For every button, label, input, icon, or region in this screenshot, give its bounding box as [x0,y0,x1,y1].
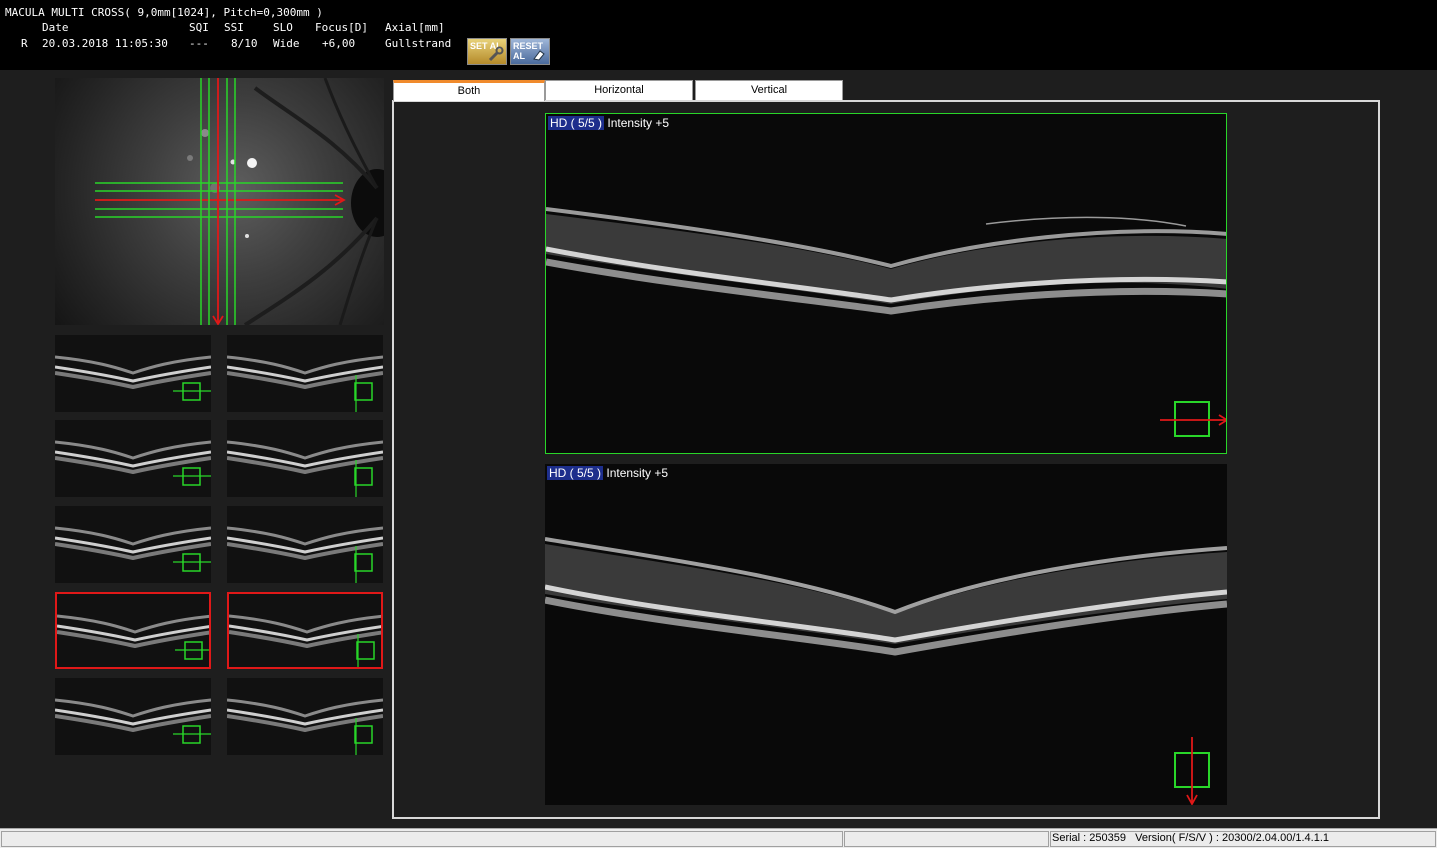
thumbnail-bscan-image [227,440,383,497]
bscan-panel: HD ( 5/5 ) Intensity +5 HD ( 5/5 ) Inten… [392,100,1380,819]
thumbnail-bscan-image [227,526,383,583]
col-head-ssi: SSI [224,21,244,34]
thumbnail-bscan-image [57,614,209,660]
col-head-sqi: SQI [189,21,209,34]
status-cell-main [1,831,843,847]
slo-value: Wide [273,37,300,50]
thumbnail-vertical-3[interactable] [227,506,383,583]
thumbnail-bscan-image [229,614,381,667]
thumbnail-bscan-image [55,698,211,744]
col-head-slo: SLO [273,21,293,34]
scan-quality-label: HD ( 5/5 ) Intensity +5 [547,466,668,480]
status-info: Serial : 250359 Version( F/S/V ) : 20300… [1052,832,1329,844]
thumbnail-bscan-image [55,526,211,572]
eraser-icon [533,50,545,61]
axial-value: Gullstrand [385,37,452,50]
date-value: 20.03.2018 11:05:30 [42,37,168,50]
thumbnail-vertical-2[interactable] [227,420,383,497]
thumbnail-horizontal-2[interactable] [55,420,211,497]
thumbnail-horizontal-5[interactable] [55,678,211,755]
serial-text: Serial : 250359 [1052,832,1126,844]
fundus-overlay [95,78,384,325]
status-cell-empty [844,831,1049,847]
scan-quality-label: HD ( 5/5 ) Intensity +5 [548,116,669,130]
tab-vertical[interactable]: Vertical [695,80,843,101]
horizontal-bscan-image [546,207,1226,437]
eye-value: R [21,37,28,50]
thumbnail-bscan-image [227,698,383,755]
thumbnail-horizontal-1[interactable] [55,335,211,412]
tab-both[interactable]: Both [393,80,545,101]
focus-value: +6,00 [322,37,356,50]
sqi-value: --- [189,37,209,50]
col-head-axial: Axial[mm] [385,21,445,34]
wrench-icon [488,46,504,62]
fundus-slo-image[interactable] [55,78,384,325]
thumbnail-bscan-image [55,440,211,486]
thumbnail-bscan-image [55,355,211,401]
col-head-date: Date [42,21,69,34]
set-al-button[interactable]: SET AL [467,38,507,65]
thumbnail-vertical-1[interactable] [227,335,383,412]
intensity-label: Intensity +5 [607,116,670,130]
version-text: Version( F/S/V ) : 20300/2.04.00/1.4.1.1 [1135,832,1330,844]
reset-al-button[interactable]: RESET AL [510,38,550,65]
intensity-label: Intensity +5 [606,466,669,480]
col-head-focus: Focus[D] [315,21,368,34]
hd-badge: HD ( 5/5 ) [548,116,605,130]
status-bar: Serial : 250359 Version( F/S/V ) : 20300… [0,828,1437,848]
horizontal-bscan[interactable]: HD ( 5/5 ) Intensity +5 [545,113,1227,454]
vertical-bscan[interactable]: HD ( 5/5 ) Intensity +5 [545,464,1227,805]
ssi-value: 8/10 [231,37,258,50]
protocol-title: MACULA MULTI CROSS( 9,0mm[1024], Pitch=0… [5,6,323,19]
thumbnail-vertical-4[interactable] [227,592,383,669]
thumbnail-horizontal-4[interactable] [55,592,211,669]
scan-info-header: MACULA MULTI CROSS( 9,0mm[1024], Pitch=0… [0,0,1437,70]
thumbnail-bscan-image [227,355,383,412]
tab-horizontal[interactable]: Horizontal [545,80,693,101]
thumbnail-vertical-5[interactable] [227,678,383,755]
hd-badge: HD ( 5/5 ) [547,466,604,480]
thumbnail-horizontal-3[interactable] [55,506,211,583]
vertical-bscan-image [545,537,1227,805]
